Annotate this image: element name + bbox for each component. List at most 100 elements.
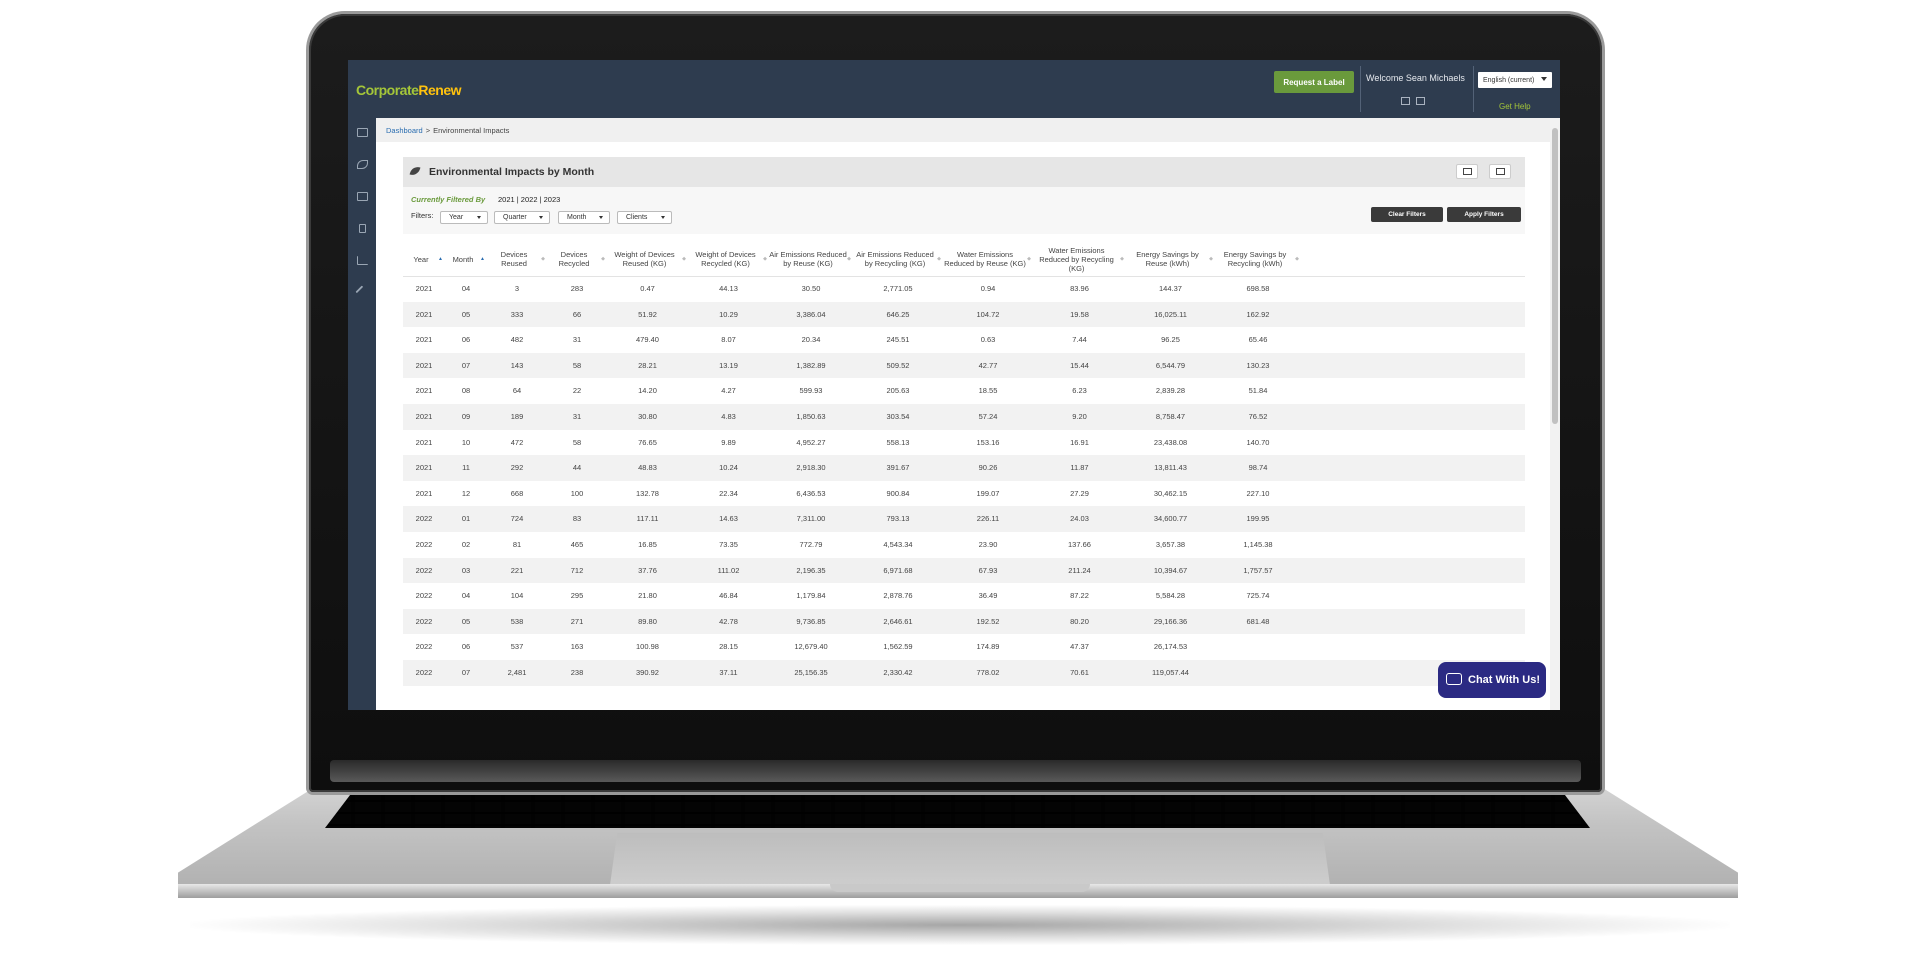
column-header[interactable]: Devices Reused ◆	[487, 242, 547, 276]
get-help-link[interactable]: Get Help	[1499, 102, 1531, 111]
laptop-trackpad	[610, 833, 1330, 885]
table-cell: 724	[510, 514, 524, 524]
sort-icon[interactable]: ▲	[438, 255, 443, 264]
table-cell: 2021	[415, 488, 433, 498]
filters-label: Filters:	[411, 211, 434, 220]
table-cell: 96.25	[1161, 335, 1180, 345]
table-cell: 5,584.28	[1155, 591, 1186, 601]
table-cell: 292	[510, 463, 524, 473]
table-cell: 465	[570, 540, 584, 549]
sort-icon[interactable]: ◆	[1209, 255, 1213, 264]
column-header[interactable]: Energy Savings by Recycling (kWh) ◆	[1215, 242, 1301, 276]
column-header[interactable]: Air Emissions Reduced by Reuse (KG) ◆	[769, 242, 853, 276]
dashboard-icon[interactable]	[357, 128, 368, 137]
sort-icon[interactable]: ▲	[480, 255, 485, 264]
request-label-button[interactable]: Request a Label	[1274, 71, 1354, 93]
table-cell: 80.20	[1070, 616, 1089, 626]
year-filter-dropdown[interactable]: Year	[440, 211, 488, 224]
table-cell: 1,179.84	[796, 591, 826, 601]
top-bar: CorporateRenew Request a Label Welcome S…	[348, 60, 1560, 118]
table-cell: 117.11	[636, 514, 659, 524]
table-cell: 36.49	[978, 591, 998, 601]
sort-icon[interactable]: ◆	[937, 255, 941, 264]
chat-bubble-icon	[1446, 673, 1462, 685]
table-cell: 44.13	[719, 284, 738, 293]
export-excel-button[interactable]	[1456, 164, 1478, 179]
app-screen: CorporateRenew Request a Label Welcome S…	[348, 60, 1560, 710]
document-icon[interactable]	[357, 192, 368, 201]
table-cell: 81	[512, 540, 522, 549]
table-cell: 83.96	[1070, 284, 1089, 293]
table-cell: 19.58	[1070, 309, 1089, 319]
mobile-icon[interactable]	[359, 224, 366, 233]
column-header[interactable]: Air Emissions Reduced by Recycling (KG) ◆	[853, 242, 943, 276]
table-cell: 2,771.05	[883, 284, 913, 293]
clients-filter-dropdown[interactable]: Clients	[617, 211, 672, 224]
breadcrumb-dashboard-link[interactable]: Dashboard	[386, 126, 423, 135]
scrollbar-thumb[interactable]	[1552, 128, 1558, 424]
table-cell: 21.80	[638, 591, 657, 601]
column-header[interactable]: Month ▲	[445, 242, 487, 276]
column-header[interactable]: Water Emissions Reduced by Recycling (KG…	[1033, 242, 1126, 276]
table-cell: 163	[570, 642, 584, 652]
logo[interactable]: CorporateRenew	[356, 82, 462, 98]
print-button[interactable]	[1489, 164, 1511, 179]
apply-filters-button[interactable]: Apply Filters	[1447, 207, 1521, 222]
sort-icon[interactable]: ◆	[601, 255, 605, 264]
breadcrumb: Dashboard > Environmental Impacts	[376, 118, 1560, 142]
sort-icon[interactable]: ◆	[541, 255, 545, 264]
table-cell: 03	[461, 565, 471, 575]
column-header[interactable]: Year ▲	[403, 242, 445, 276]
table-cell: 226.11	[976, 514, 1000, 524]
filtered-by-label: Currently Filtered By	[411, 195, 486, 204]
column-header[interactable]: Water Emissions Reduced by Reuse (KG) ◆	[943, 242, 1033, 276]
sort-icon[interactable]: ◆	[1027, 255, 1031, 264]
table-cell: 57.24	[978, 412, 998, 421]
table-cell: 900.84	[886, 488, 910, 498]
quarter-filter-dropdown[interactable]: Quarter	[494, 211, 550, 224]
table-cell: 76.65	[638, 437, 657, 447]
table-cell: 132.78	[636, 488, 659, 498]
table-row: 2022 05 538 271 89.80 42.78 9,736.85 2,646.61 19…	[403, 608, 1525, 635]
column-header[interactable]: Devices Recycled ◆	[547, 242, 607, 276]
column-header[interactable]: Weight of Devices Recycled (KG) ◆	[688, 242, 769, 276]
chat-button[interactable]: Chat With Us!	[1438, 662, 1546, 698]
print-icon	[1495, 168, 1505, 175]
table-cell: 283	[570, 284, 584, 293]
table-cell: 2,481	[507, 668, 527, 677]
table-cell: 6,971.68	[883, 565, 913, 575]
table-cell: 7,311.00	[796, 514, 826, 524]
language-select[interactable]: English (current)	[1478, 72, 1552, 88]
table-cell: 8,758.47	[1155, 412, 1186, 421]
table-cell: 04	[461, 284, 471, 293]
table-cell: 46.84	[719, 591, 738, 601]
sort-icon[interactable]: ◆	[1120, 255, 1124, 264]
scrollbar[interactable]	[1550, 118, 1560, 710]
table-cell: 3	[514, 284, 520, 293]
table-cell: 4,952.27	[796, 437, 826, 447]
logout-icon[interactable]	[1401, 97, 1410, 105]
month-filter-dropdown[interactable]: Month	[558, 211, 610, 224]
table-cell: 472	[510, 437, 524, 447]
leaf-icon[interactable]	[357, 160, 368, 169]
profile-icon[interactable]	[1416, 97, 1425, 105]
table-cell: 51.92	[638, 309, 657, 319]
sort-icon[interactable]: ◆	[847, 255, 851, 264]
leaf-icon	[409, 164, 421, 178]
clear-filters-button[interactable]: Clear Filters	[1371, 207, 1443, 222]
column-header[interactable]: Weight of Devices Reused (KG) ◆	[607, 242, 688, 276]
column-header[interactable]: Energy Savings by Reuse (kWh) ◆	[1126, 242, 1215, 276]
table-cell: 303.54	[886, 412, 910, 421]
table-cell: 2,918.30	[796, 463, 826, 473]
table-row: 2022 06 537 163 100.98 28.15 12,679.40 1,562.59…	[403, 634, 1525, 660]
sort-icon[interactable]: ◆	[1295, 255, 1299, 264]
table-cell: 1,850.63	[796, 412, 826, 421]
sort-icon[interactable]: ◆	[763, 255, 767, 264]
table-cell: 2021	[415, 463, 433, 473]
sort-icon[interactable]: ◆	[682, 255, 686, 264]
table-row: 2021 04 3 283 0.47 44.13 30.50 2,771.05 0.94 83.9…	[403, 276, 1525, 302]
chart-icon[interactable]	[357, 256, 368, 265]
table-cell: 83	[572, 514, 582, 524]
tools-icon[interactable]	[355, 285, 370, 300]
filter-area: Currently Filtered By 2021 | 2022 | 2023…	[403, 187, 1525, 234]
